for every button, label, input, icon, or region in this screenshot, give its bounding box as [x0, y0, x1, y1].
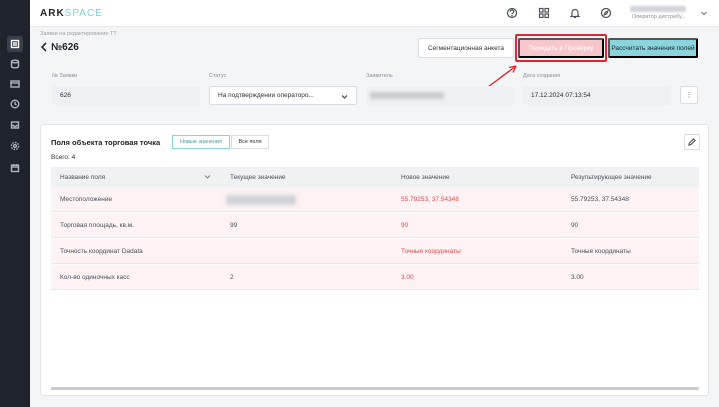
toggle-all-fields[interactable]: Все поля: [231, 135, 269, 149]
cell-current: 99: [230, 222, 238, 229]
more-options-button[interactable]: ⋮: [680, 86, 698, 104]
nav-card-icon[interactable]: [7, 76, 23, 92]
column-header: Новое значение: [401, 174, 450, 181]
column-header: Результирующее значение: [571, 174, 652, 181]
request-no-label: № Заявки: [52, 73, 78, 79]
column-header: Текущее значение: [230, 174, 286, 181]
top-bar: ARKSPACE Оператор дистрибу...: [30, 0, 719, 27]
status-value: На подтверждении операторо...: [218, 92, 314, 99]
calculate-fields-button[interactable]: Рассчитать значения полей: [608, 38, 698, 58]
support-icon[interactable]: [506, 7, 518, 19]
request-no-field: 626: [52, 86, 200, 105]
app-logo[interactable]: ARKSPACE: [40, 8, 103, 19]
edit-button[interactable]: [684, 134, 700, 150]
chevron-down-icon[interactable]: [204, 173, 211, 180]
cell-name: Местоположение: [60, 196, 113, 203]
nav-database-icon[interactable]: [7, 56, 23, 72]
table-row[interactable]: Точность координат Dadata Точные координ…: [51, 239, 699, 264]
nav-settings-icon[interactable]: [7, 138, 23, 154]
nav-clock-icon[interactable]: [7, 96, 23, 112]
cell-new: 3.00: [401, 274, 414, 281]
compass-icon[interactable]: [600, 7, 612, 19]
user-role: Оператор дистрибу...: [632, 14, 686, 20]
total-count: Всего: 4: [51, 154, 76, 161]
cell-new: Точные координаты: [401, 248, 461, 255]
cell-new: 55.79253, 37.54348: [401, 196, 459, 203]
chevron-down-icon[interactable]: [700, 9, 708, 17]
chevron-down-icon: [341, 93, 348, 100]
breadcrumb[interactable]: Заявки на редактирование ТТ: [40, 31, 117, 37]
bell-icon[interactable]: [569, 7, 581, 19]
created-field: 17.12.2024 07:13:54: [523, 86, 671, 105]
column-header[interactable]: Название поля: [60, 174, 105, 181]
status-label: Статус: [209, 73, 227, 79]
cell-result: 55.79253, 37.54348: [571, 196, 629, 203]
user-name-redacted: [630, 6, 686, 12]
cell-name: Точность координат Dadata: [60, 248, 143, 255]
cell-current: 2: [230, 274, 234, 281]
cell-result: Точные координаты: [571, 248, 631, 255]
card-title: Поля объекта торговая точка: [51, 138, 161, 147]
toggle-new-values[interactable]: Новые значения: [172, 135, 230, 149]
left-sidebar: [0, 0, 30, 407]
object-fields-card: Поля объекта торговая точка Новые значен…: [40, 124, 709, 396]
applicant-label: Заявитель: [366, 73, 393, 79]
apps-grid-icon[interactable]: [538, 7, 550, 19]
page-title: №626: [51, 42, 79, 53]
nav-inbox-icon[interactable]: [7, 117, 23, 133]
user-menu[interactable]: Оператор дистрибу...: [628, 5, 690, 22]
table-row[interactable]: Торговая площадь, кв.м. 99 90 90: [51, 213, 699, 238]
cell-name: Кол-во одиночных касс: [60, 274, 130, 281]
status-select[interactable]: На подтверждении операторо...: [209, 86, 357, 105]
horizontal-scrollbar[interactable]: [51, 387, 699, 390]
cell-new: 90: [401, 222, 409, 229]
pencil-icon: [688, 138, 696, 146]
table-row[interactable]: Кол-во одиночных касс 2 3.00 3.00: [51, 265, 699, 290]
cell-name: Торговая площадь, кв.м.: [60, 222, 134, 229]
table-header: Название поля Текущее значение Новое зна…: [51, 167, 699, 187]
back-chevron-icon[interactable]: [40, 42, 48, 52]
cell-current-redacted: [226, 195, 296, 205]
highlight-box: [515, 34, 607, 62]
segment-survey-button[interactable]: Сегментационная анкета: [418, 38, 514, 58]
applicant-redacted: [370, 92, 444, 99]
nav-requests-icon[interactable]: [7, 36, 23, 52]
created-label: Дата создания: [523, 73, 561, 79]
cell-result: 3.00: [571, 274, 584, 281]
nav-calendar-icon[interactable]: [7, 160, 23, 176]
cell-result: 90: [571, 222, 579, 229]
table-row[interactable]: Местоположение 55.79253, 37.54348 55.792…: [51, 187, 699, 212]
